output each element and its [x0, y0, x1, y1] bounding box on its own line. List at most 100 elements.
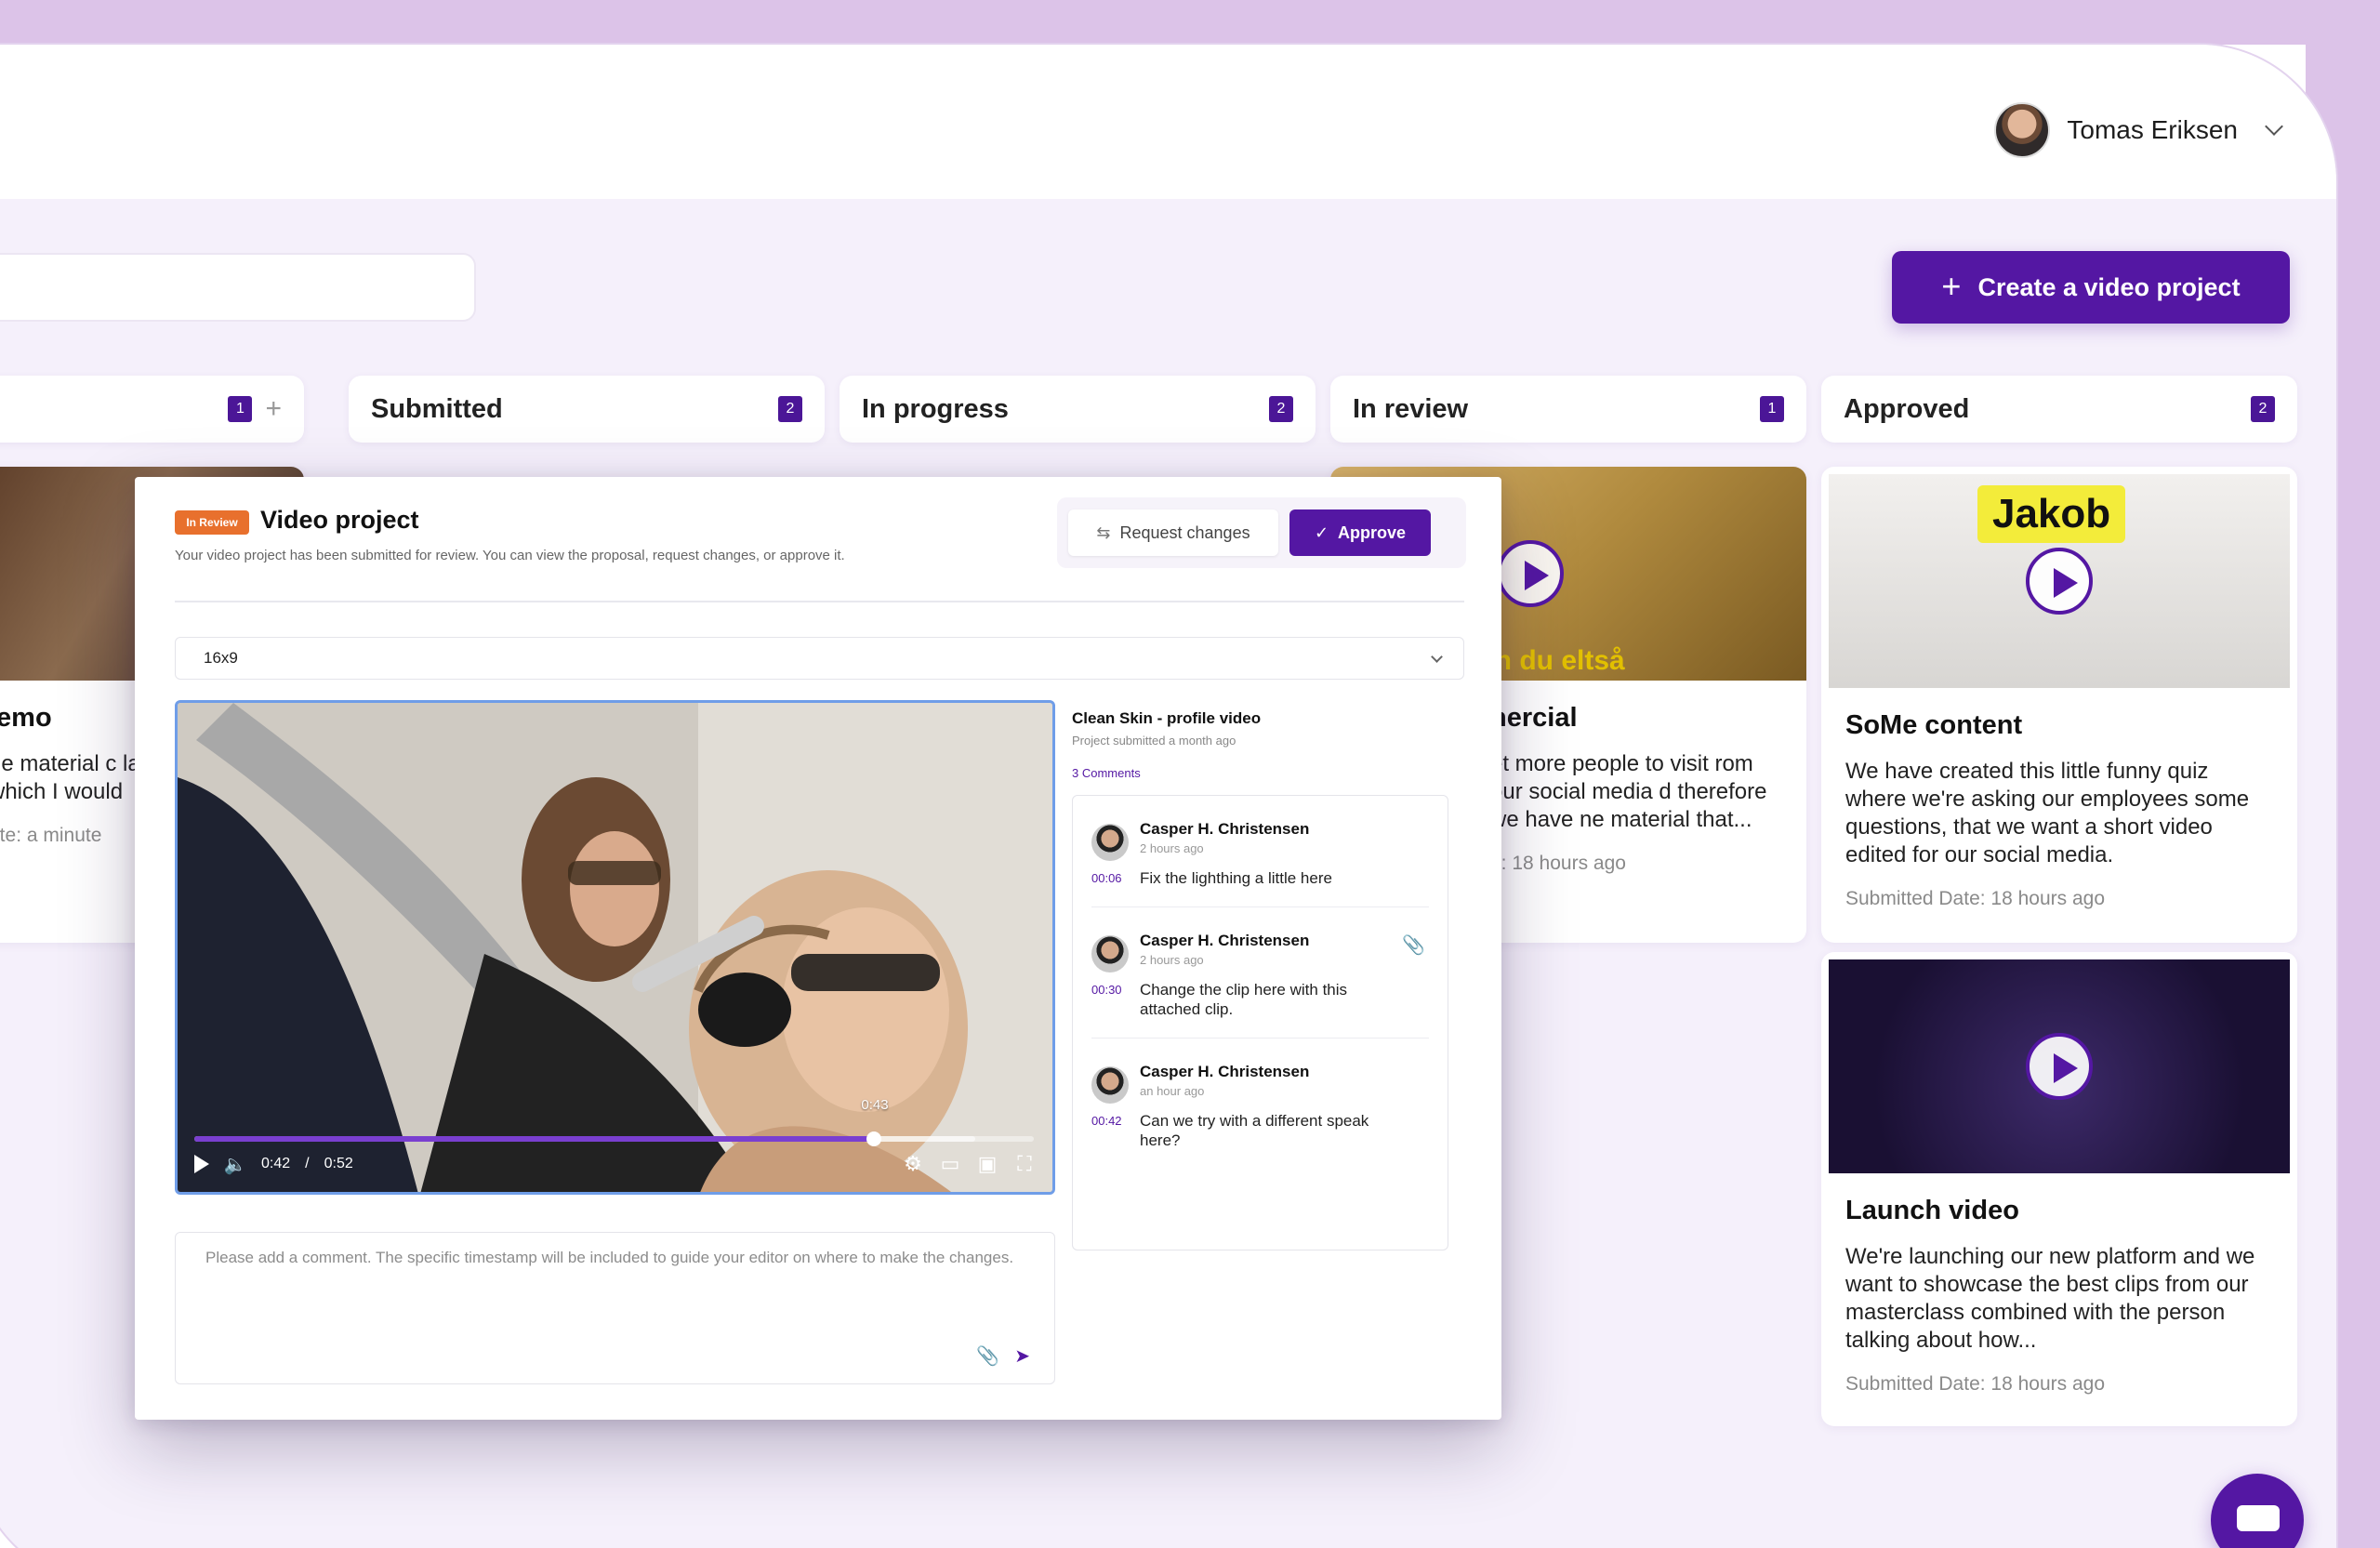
column-header-draft: 1 +	[0, 376, 304, 443]
review-actions: ⇆ Request changes ✓ Approve	[1057, 497, 1466, 568]
column-count-badge: 1	[228, 396, 253, 422]
play-icon[interactable]	[1497, 540, 1565, 607]
outer-frame-top	[0, 0, 2380, 45]
send-icon[interactable]: ➤	[1014, 1346, 1030, 1367]
column-header-approved: Approved 2	[1821, 376, 2297, 443]
modal-divider	[175, 601, 1464, 602]
format-select-value: 16x9	[204, 649, 238, 667]
approve-label: Approve	[1338, 523, 1407, 542]
fullscreen-icon[interactable]: ⛶	[1013, 1152, 1036, 1175]
paperclip-icon[interactable]: 📎	[1402, 933, 1425, 957]
card-thumbnail	[1829, 959, 2290, 1173]
plus-icon: +	[1941, 266, 1962, 305]
play-icon[interactable]	[194, 1155, 209, 1173]
video-player[interactable]: 0:43 🔈 0:42 / 0:52 ⚙ ▭ ▣ ⛶	[175, 700, 1055, 1195]
column-title: Approved	[1844, 393, 1970, 424]
project-title: Clean Skin - profile video	[1072, 709, 1262, 727]
comment-text: Can we try with a different speak here?	[1140, 1112, 1369, 1149]
project-card-some-content[interactable]: Jakob SoMe content We have created this …	[1821, 467, 2297, 943]
comment-time: 2 hours ago	[1140, 841, 1204, 855]
paperclip-icon[interactable]: 📎	[976, 1346, 999, 1367]
status-badge: In Review	[175, 510, 249, 535]
column-title: Submitted	[371, 393, 503, 424]
column-count-badge: 2	[778, 396, 802, 422]
comment-text: Fix the lighthing a little here	[1140, 869, 1332, 887]
comment-placeholder: Please add a comment. The specific times…	[205, 1249, 1014, 1266]
project-submitted-time: Project submitted a month ago	[1072, 734, 1236, 748]
comment-text: Change the clip here with this attached …	[1140, 981, 1348, 1018]
user-menu[interactable]: Tomas Eriksen	[1994, 102, 2283, 158]
card-title: nercial	[1490, 703, 1578, 733]
approve-button[interactable]: ✓ Approve	[1289, 509, 1431, 556]
hover-time-tooltip: 0:43	[861, 1097, 889, 1113]
comment-author: Casper H. Christensen	[1140, 1063, 1310, 1080]
column-header-in-progress: In progress 2	[840, 376, 1316, 443]
play-icon[interactable]	[2026, 548, 2093, 615]
request-changes-icon: ⇆	[1096, 523, 1111, 542]
column-count-badge: 2	[1269, 396, 1293, 422]
card-date: Submitted Date: 18 hours ago	[1845, 1373, 2106, 1395]
chevron-down-icon	[2265, 117, 2283, 136]
cast-icon[interactable]: ▭	[939, 1152, 961, 1175]
create-video-project-button[interactable]: + Create a video project	[1892, 251, 2290, 324]
video-progress-bar[interactable]	[194, 1131, 1034, 1146]
comment-item[interactable]: Casper H. Christensen an hour ago 00:42 …	[1091, 1039, 1429, 1169]
avatar	[1091, 935, 1129, 972]
video-time-separator: /	[305, 1156, 310, 1171]
card-thumbnail: Jakob	[1829, 474, 2290, 688]
card-date: e: 18 hours ago	[1490, 853, 1626, 874]
comment-timestamp[interactable]: 00:42	[1091, 1111, 1140, 1150]
comment-thread: Casper H. Christensen 2 hours ago 00:06 …	[1072, 795, 1448, 1250]
card-description: We're launching our new platform and we …	[1845, 1244, 2255, 1353]
avatar	[1091, 824, 1129, 861]
thumbnail-name-tag: Jakob	[1977, 485, 2126, 543]
comment-time: 2 hours ago	[1140, 953, 1204, 967]
column-header-submitted: Submitted 2	[349, 376, 825, 443]
request-changes-button[interactable]: ⇆ Request changes	[1068, 509, 1278, 556]
search-input[interactable]	[0, 253, 476, 322]
card-description: et more people to visit rom our social m…	[1490, 751, 1767, 832]
volume-icon[interactable]: 🔈	[224, 1154, 247, 1175]
add-card-icon[interactable]: +	[265, 393, 282, 425]
project-card-launch-video[interactable]: Launch video We're launching our new pla…	[1821, 952, 2297, 1426]
modal-title: Video project	[260, 506, 419, 534]
comment-time: an hour ago	[1140, 1084, 1205, 1098]
request-changes-label: Request changes	[1119, 523, 1250, 542]
comment-author: Casper H. Christensen	[1140, 820, 1310, 838]
comments-count-link[interactable]: 3 Comments	[1072, 766, 1453, 780]
column-count-badge: 1	[1760, 396, 1784, 422]
video-project-modal: In Review Video project Your video proje…	[135, 477, 1501, 1420]
comment-timestamp[interactable]: 00:06	[1091, 868, 1140, 888]
format-select[interactable]: 16x9	[175, 637, 1464, 680]
video-controls: 🔈 0:42 / 0:52 ⚙ ▭ ▣ ⛶	[194, 1149, 1036, 1179]
card-title: Launch video	[1845, 1196, 2019, 1225]
comment-item[interactable]: Casper H. Christensen 2 hours ago 00:06 …	[1091, 796, 1429, 907]
video-current-time: 0:42	[261, 1156, 291, 1171]
user-name: Tomas Eriksen	[2067, 115, 2238, 144]
check-icon: ✓	[1314, 523, 1329, 542]
gear-icon[interactable]: ⚙	[902, 1152, 924, 1175]
create-button-label: Create a video project	[1977, 272, 2241, 301]
comment-input[interactable]: Please add a comment. The specific times…	[175, 1232, 1055, 1384]
card-title: SoMe content	[1845, 710, 2023, 740]
avatar	[1091, 1066, 1129, 1104]
card-description: We have created this little funny quiz w…	[1845, 759, 2250, 867]
comment-author: Casper H. Christensen	[1140, 932, 1310, 949]
top-bar: Tomas Eriksen	[0, 45, 2336, 199]
card-date: Submitted Date: 18 hours ago	[1845, 888, 2106, 909]
chevron-down-icon	[1431, 651, 1443, 663]
column-title: In progress	[862, 393, 1009, 424]
picture-in-picture-icon[interactable]: ▣	[976, 1152, 998, 1175]
project-info: Clean Skin - profile video Project submi…	[1072, 709, 1453, 780]
column-count-badge: 2	[2251, 396, 2275, 422]
video-frame	[178, 703, 1052, 1192]
comment-timestamp[interactable]: 00:30	[1091, 980, 1140, 1019]
column-title: In review	[1353, 393, 1469, 424]
comment-item[interactable]: Casper H. Christensen 2 hours ago 📎 00:3…	[1091, 907, 1429, 1039]
video-duration: 0:52	[324, 1156, 353, 1171]
modal-subtitle: Your video project has been submitted fo…	[175, 548, 845, 563]
play-icon[interactable]	[2026, 1033, 2093, 1100]
column-header-in-review: In review 1	[1330, 376, 1806, 443]
video-progress-fill	[194, 1136, 875, 1142]
user-avatar	[1994, 102, 2051, 158]
